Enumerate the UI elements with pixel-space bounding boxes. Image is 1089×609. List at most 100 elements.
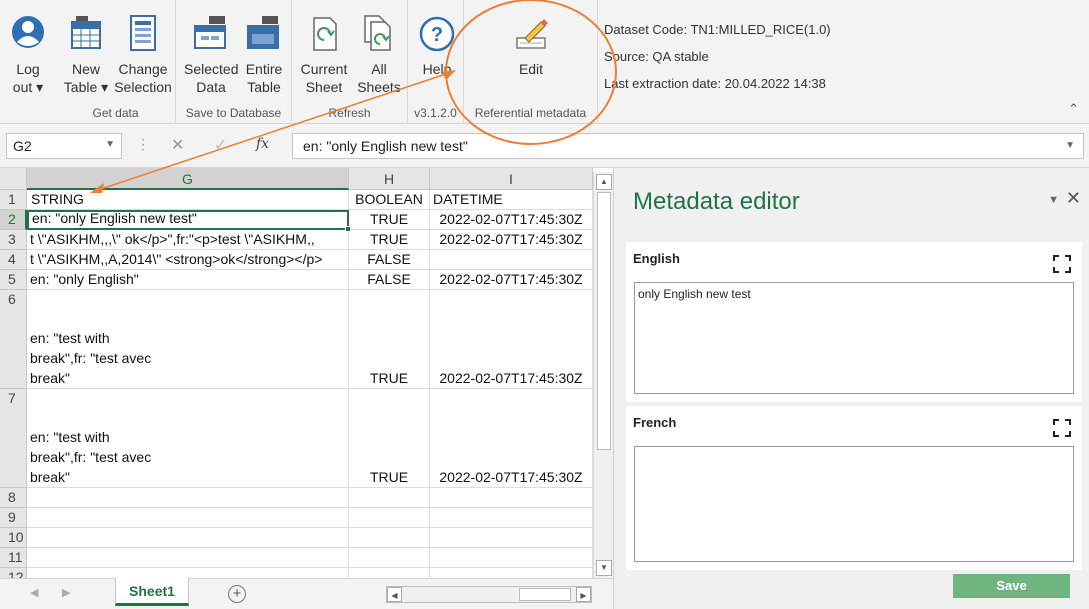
table-cell[interactable] xyxy=(430,488,593,508)
table-cell[interactable]: FALSE xyxy=(349,250,430,270)
help-button[interactable]: ? Help xyxy=(414,14,460,78)
new-table-icon xyxy=(71,16,101,49)
table-cell[interactable] xyxy=(349,488,430,508)
column-header-i[interactable]: I xyxy=(430,168,593,190)
new-table-button[interactable]: New Table ▾ xyxy=(62,14,110,96)
more-options-icon: ⋮ xyxy=(136,136,150,152)
all-sheets-button[interactable]: All Sheets xyxy=(354,14,404,96)
row-header[interactable]: 1 xyxy=(0,190,27,210)
next-sheet-icon[interactable]: ▶ xyxy=(62,586,70,599)
name-box[interactable]: G2 ▼ xyxy=(6,133,122,159)
table-cell[interactable] xyxy=(430,548,593,568)
row-header[interactable]: 8 xyxy=(0,488,27,508)
cancel-icon[interactable]: ✕ xyxy=(171,135,184,155)
scroll-thumb[interactable] xyxy=(597,192,611,450)
current-sheet-button[interactable]: Current Sheet xyxy=(298,14,350,96)
pane-options-icon[interactable]: ▼ xyxy=(1048,194,1059,206)
selected-data-button[interactable]: Selected Data xyxy=(184,14,238,96)
table-cell[interactable] xyxy=(27,548,349,568)
table-cell[interactable]: 2022-02-07T17:45:30Z xyxy=(430,270,593,290)
expand-formula-icon[interactable]: ▼ xyxy=(1065,140,1075,151)
logout-label-1: Log xyxy=(16,61,40,77)
fill-handle[interactable] xyxy=(345,226,351,232)
table-cell[interactable] xyxy=(27,508,349,528)
row-header[interactable]: 12 xyxy=(0,568,27,578)
table-cell[interactable]: TRUE xyxy=(349,290,430,389)
svg-text:?: ? xyxy=(431,24,443,46)
table-cell[interactable] xyxy=(349,548,430,568)
table-cell[interactable]: 2022-02-07T17:45:30Z xyxy=(430,210,593,230)
entire-table-button[interactable]: Entire Table xyxy=(242,14,286,96)
table-cell[interactable] xyxy=(27,488,349,508)
close-icon[interactable]: ✕ xyxy=(1066,188,1081,209)
add-sheet-icon[interactable]: + xyxy=(228,585,246,603)
french-text-area[interactable] xyxy=(634,446,1074,562)
table-cell[interactable] xyxy=(349,508,430,528)
row-header[interactable]: 7 xyxy=(0,389,27,488)
table-cell[interactable]: DATETIME xyxy=(430,190,593,210)
hscroll-thumb[interactable] xyxy=(519,588,571,601)
table-cell[interactable] xyxy=(430,568,593,578)
scroll-left-icon[interactable]: ◀ xyxy=(387,587,402,602)
help-icon: ? xyxy=(419,16,455,52)
insert-function-icon[interactable]: fx xyxy=(256,136,269,152)
table-cell[interactable] xyxy=(430,250,593,270)
row-header[interactable]: 11 xyxy=(0,548,27,568)
spreadsheet-grid[interactable]: GHI 1 STRING BOOLEAN DATETIME 2 en: "only Eng… xyxy=(0,168,593,578)
english-text-area[interactable]: only English new test xyxy=(634,282,1074,394)
select-all-corner[interactable] xyxy=(0,168,27,190)
prev-sheet-icon[interactable]: ◀ xyxy=(30,586,38,599)
row-header[interactable]: 9 xyxy=(0,508,27,528)
table-cell[interactable]: TRUE xyxy=(349,389,430,488)
horizontal-scrollbar[interactable]: ◀ ▶ xyxy=(386,586,592,603)
vertical-scrollbar[interactable]: ▲ ▼ xyxy=(593,172,613,578)
collapse-ribbon-icon[interactable]: ⌃ xyxy=(1068,101,1079,117)
expand-icon[interactable] xyxy=(1052,254,1072,274)
edit-button[interactable]: Edit xyxy=(504,14,558,78)
table-cell[interactable]: FALSE xyxy=(349,270,430,290)
enter-check-icon[interactable]: ✓ xyxy=(214,135,227,155)
scroll-right-icon[interactable]: ▶ xyxy=(576,587,591,602)
sheet-tab[interactable]: Sheet1 xyxy=(115,578,189,606)
formula-input[interactable]: en: "only English new test" ▼ xyxy=(292,133,1084,159)
table-cell[interactable]: TRUE xyxy=(349,210,430,230)
table-cell[interactable]: en: "only English" xyxy=(27,270,349,290)
change-selection-button[interactable]: Change Selection xyxy=(114,14,172,96)
expand-icon[interactable] xyxy=(1052,418,1072,438)
row-header[interactable]: 10 xyxy=(0,528,27,548)
column-header-g[interactable]: G xyxy=(27,168,349,190)
edit-label: Edit xyxy=(518,61,544,77)
table-cell[interactable]: 2022-02-07T17:45:30Z xyxy=(430,230,593,250)
scroll-down-icon[interactable]: ▼ xyxy=(596,560,612,576)
help-label: Help xyxy=(422,61,452,77)
active-cell[interactable]: en: "only English new test" xyxy=(27,210,349,230)
table-cell[interactable]: TRUE xyxy=(349,230,430,250)
save-button[interactable]: Save xyxy=(953,574,1070,598)
logout-label-2: out ▾ xyxy=(12,79,44,95)
table-cell[interactable]: 2022-02-07T17:45:30Z xyxy=(430,290,593,389)
table-cell[interactable] xyxy=(349,528,430,548)
table-cell[interactable] xyxy=(430,528,593,548)
table-cell[interactable]: STRING xyxy=(27,190,349,210)
table-cell[interactable]: BOOLEAN xyxy=(349,190,430,210)
selected-data-label-1: Selected xyxy=(184,61,239,77)
pane-title: Metadata editor xyxy=(633,188,800,215)
group-label-referential-metadata: Referential metadata xyxy=(474,106,587,120)
logout-button[interactable]: Log out ▾ xyxy=(4,14,52,96)
current-sheet-label-2: Sheet xyxy=(305,79,343,95)
scroll-up-icon[interactable]: ▲ xyxy=(596,174,612,190)
table-cell[interactable]: t \"ASIKHM,,,\" ok</p>",fr:"<p>test \"AS… xyxy=(27,230,349,250)
table-cell[interactable]: t \"ASIKHM,,A,2014\" <strong>ok</strong>… xyxy=(27,250,349,270)
table-cell[interactable]: en: "test with break",fr: "test avec bre… xyxy=(27,290,349,389)
column-header-h[interactable]: H xyxy=(349,168,430,190)
selected-data-label-2: Data xyxy=(196,79,226,95)
table-cell[interactable]: en: "test with break",fr: "test avec bre… xyxy=(27,389,349,488)
last-extraction-date: Last extraction date: 20.04.2022 14:38 xyxy=(604,76,826,91)
new-table-label-2: Table ▾ xyxy=(63,79,109,95)
all-sheets-label-1: All xyxy=(371,61,387,77)
table-cell[interactable] xyxy=(27,568,349,578)
table-cell[interactable] xyxy=(430,508,593,528)
table-cell[interactable]: 2022-02-07T17:45:30Z xyxy=(430,389,593,488)
table-cell[interactable] xyxy=(349,568,430,578)
table-cell[interactable] xyxy=(27,528,349,548)
